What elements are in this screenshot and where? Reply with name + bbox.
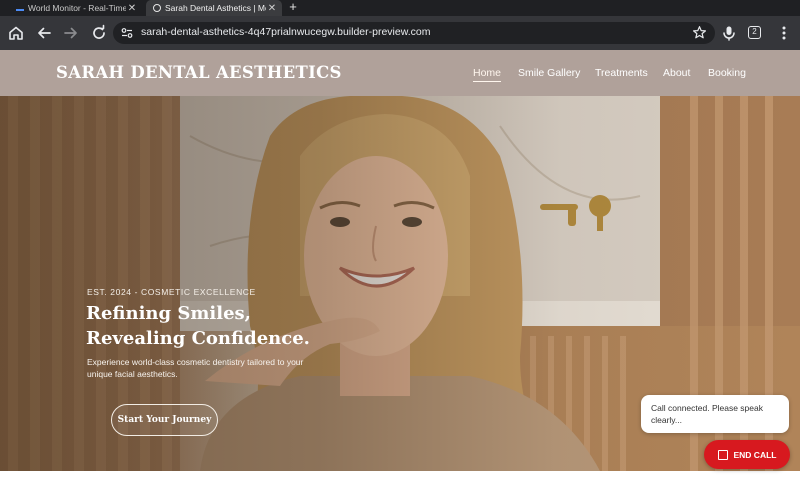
- browser-toolbar: sarah-dental-asthetics-4q47prialnwucegw.…: [0, 16, 800, 50]
- call-status-bubble: Call connected. Please speak clearly...: [641, 395, 789, 433]
- tab-title: Sarah Dental Asthetics | Mo: [165, 3, 266, 13]
- hero-subcopy: Experience world-class cosmetic dentistr…: [87, 357, 304, 379]
- bookmark-star-icon[interactable]: [692, 25, 707, 40]
- site-header: SARAH DENTAL AESTHETICS Home Smile Galle…: [0, 50, 800, 96]
- nav-home[interactable]: Home: [473, 67, 502, 82]
- tab-sarah-dental[interactable]: Sarah Dental Asthetics | Mo ✕: [146, 0, 282, 16]
- globe-icon: [153, 4, 161, 12]
- home-icon[interactable]: [7, 24, 25, 42]
- browser-tab-bar: World Monitor - Real-Time G ✕ Sarah Dent…: [0, 0, 800, 16]
- nav-about[interactable]: About: [663, 67, 690, 79]
- microphone-icon[interactable]: [720, 24, 738, 42]
- tab-world-monitor[interactable]: World Monitor - Real-Time G ✕: [6, 0, 142, 16]
- extensions-badge[interactable]: 2: [748, 26, 761, 39]
- headline-line-2: Revealing Confidence.: [86, 328, 310, 349]
- brand-logo[interactable]: SARAH DENTAL AESTHETICS: [56, 63, 342, 82]
- nav-booking[interactable]: Booking: [708, 67, 746, 79]
- world-monitor-icon: [16, 5, 24, 11]
- back-arrow-icon[interactable]: [35, 24, 53, 42]
- new-tab-button[interactable]: +: [286, 0, 300, 16]
- more-menu-icon[interactable]: [775, 24, 793, 42]
- hero-headline: Refining Smiles, Revealing Confidence.: [86, 301, 376, 351]
- site-settings-icon[interactable]: [120, 26, 134, 40]
- end-call-button[interactable]: END CALL: [704, 440, 790, 469]
- reload-icon[interactable]: [90, 24, 108, 42]
- nav-smile-gallery[interactable]: Smile Gallery: [518, 67, 580, 79]
- nav-treatments[interactable]: Treatments: [595, 67, 648, 79]
- url-text[interactable]: sarah-dental-asthetics-4q47prialnwucegw.…: [141, 26, 430, 38]
- forward-arrow-icon[interactable]: [62, 24, 80, 42]
- start-journey-button[interactable]: Start Your Journey: [111, 404, 218, 436]
- hero-eyebrow: EST. 2024 - COSMETIC EXCELLENCE: [87, 287, 256, 297]
- tab-title: World Monitor - Real-Time G: [28, 3, 126, 13]
- close-tab-icon[interactable]: ✕: [126, 3, 138, 14]
- close-tab-icon[interactable]: ✕: [266, 3, 278, 14]
- end-call-label: END CALL: [733, 449, 777, 460]
- address-bar[interactable]: sarah-dental-asthetics-4q47prialnwucegw.…: [113, 22, 715, 44]
- stop-square-icon: [717, 449, 728, 460]
- headline-line-1: Refining Smiles,: [86, 303, 251, 324]
